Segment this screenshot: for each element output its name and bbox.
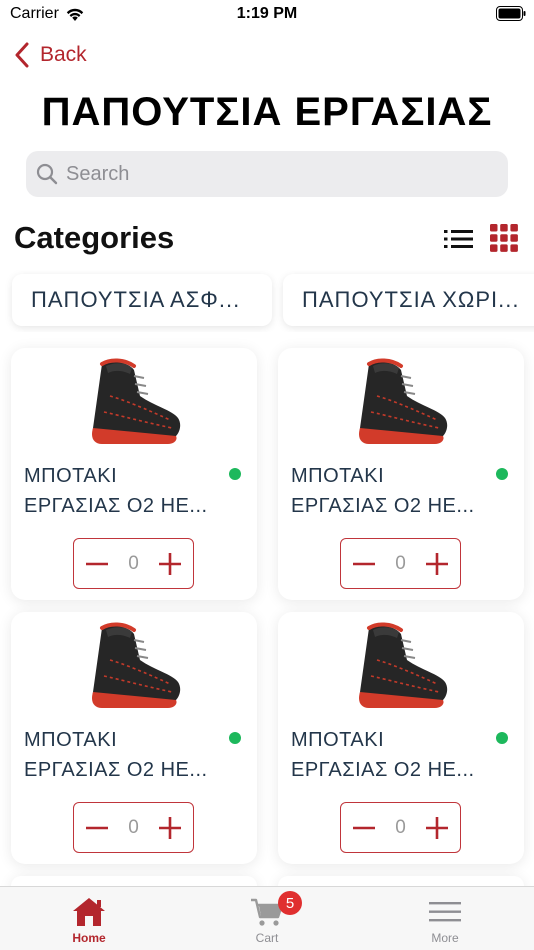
product-name: ΜΠΟΤΑΚΙ ΕΡΓΑΣΙΑΣ Ο2 ΗΕ... xyxy=(24,725,224,785)
product-name-line1: ΜΠΟΤΑΚΙ xyxy=(24,465,118,487)
product-name-line2: ΕΡΓΑΣΙΑΣ Ο2 ΗΕ... xyxy=(291,759,475,781)
product-name: ΜΠΟΤΑΚΙ ΕΡΓΑΣΙΑΣ Ο2 ΗΕ... xyxy=(291,461,491,521)
list-view-icon[interactable] xyxy=(444,226,474,252)
plus-icon xyxy=(158,552,181,575)
quantity-stepper: 0 xyxy=(340,802,461,853)
product-name-line2: ΕΡΓΑΣΙΑΣ Ο2 ΗΕ... xyxy=(24,759,208,781)
minus-icon xyxy=(353,826,375,829)
category-chip-safety-shoes[interactable]: ΠΑΠΟΥΤΣΙΑ ΑΣΦ... xyxy=(12,274,272,326)
menu-icon xyxy=(429,902,461,922)
back-label: Back xyxy=(40,43,87,66)
tab-home[interactable]: Home xyxy=(0,887,178,950)
increase-quantity-button[interactable] xyxy=(157,815,183,841)
in-stock-indicator xyxy=(496,732,508,744)
in-stock-indicator xyxy=(229,468,241,480)
tab-more[interactable]: More xyxy=(356,887,534,950)
product-name-line1: ΜΠΟΤΑΚΙ xyxy=(24,729,118,751)
tab-bar: Home 5 Cart More xyxy=(0,886,534,950)
increase-quantity-button[interactable] xyxy=(424,815,450,841)
home-icon xyxy=(73,898,105,926)
quantity-value: 0 xyxy=(395,816,406,838)
product-name-line1: ΜΠΟΤΑΚΙ xyxy=(291,729,385,751)
chevron-left-icon xyxy=(15,42,29,68)
product-card[interactable]: ΜΠΟΤΑΚΙ ΕΡΓΑΣΙΑΣ Ο2 ΗΕ... 0 xyxy=(278,348,524,600)
quantity-stepper: 0 xyxy=(73,802,194,853)
minus-icon xyxy=(353,562,375,565)
quantity-value: 0 xyxy=(395,552,406,574)
in-stock-indicator xyxy=(496,468,508,480)
decrease-quantity-button[interactable] xyxy=(351,815,377,841)
tab-cart[interactable]: 5 Cart xyxy=(178,887,356,950)
in-stock-indicator xyxy=(229,732,241,744)
product-name-line2: ΕΡΓΑΣΙΑΣ Ο2 ΗΕ... xyxy=(24,495,208,517)
grid-view-icon[interactable] xyxy=(490,224,518,252)
plus-icon xyxy=(425,816,448,839)
decrease-quantity-button[interactable] xyxy=(84,551,110,577)
battery-icon xyxy=(496,6,526,21)
page-title: ΠΑΠΟΥΤΣΙΑ ΕΡΓΑΣΙΑΣ xyxy=(41,90,493,134)
quantity-value: 0 xyxy=(128,816,139,838)
plus-icon xyxy=(158,816,181,839)
category-chip-shoes-without[interactable]: ΠΑΠΟΥΤΣΙΑ ΧΩΡΙ... xyxy=(283,274,534,326)
increase-quantity-button[interactable] xyxy=(157,551,183,577)
status-time: 1:19 PM xyxy=(236,5,298,22)
status-bar: Carrier 1:19 PM xyxy=(0,0,534,30)
decrease-quantity-button[interactable] xyxy=(84,815,110,841)
work-boot-image xyxy=(357,622,450,710)
minus-icon xyxy=(86,562,108,565)
increase-quantity-button[interactable] xyxy=(424,551,450,577)
quantity-stepper: 0 xyxy=(73,538,194,589)
work-boot-image xyxy=(90,622,183,710)
product-name-line1: ΜΠΟΤΑΚΙ xyxy=(291,465,385,487)
product-card[interactable]: ΜΠΟΤΑΚΙ ΕΡΓΑΣΙΑΣ Ο2 ΗΕ... 0 xyxy=(11,612,257,864)
plus-icon xyxy=(425,552,448,575)
decrease-quantity-button[interactable] xyxy=(351,551,377,577)
categories-title: Categories xyxy=(14,220,175,255)
quantity-stepper: 0 xyxy=(340,538,461,589)
search-icon xyxy=(36,163,58,185)
product-name: ΜΠΟΤΑΚΙ ΕΡΓΑΣΙΑΣ Ο2 ΗΕ... xyxy=(291,725,491,785)
search-bar[interactable] xyxy=(26,151,508,197)
tab-home-label: Home xyxy=(72,931,106,945)
work-boot-image xyxy=(90,358,183,446)
tab-more-label: More xyxy=(431,931,459,945)
product-name: ΜΠΟΤΑΚΙ ΕΡΓΑΣΙΑΣ Ο2 ΗΕ... xyxy=(24,461,224,521)
minus-icon xyxy=(86,826,108,829)
work-boot-image xyxy=(357,358,450,446)
product-card[interactable]: ΜΠΟΤΑΚΙ ΕΡΓΑΣΙΑΣ Ο2 ΗΕ... 0 xyxy=(11,348,257,600)
cart-count-badge: 5 xyxy=(278,891,302,915)
product-name-line2: ΕΡΓΑΣΙΑΣ Ο2 ΗΕ... xyxy=(291,495,475,517)
quantity-value: 0 xyxy=(128,552,139,574)
category-chip-row: ΠΑΠΟΥΤΣΙΑ ΑΣΦ... ΠΑΠΟΥΤΣΙΑ ΧΩΡΙ... xyxy=(0,270,534,332)
product-card[interactable]: ΜΠΟΤΑΚΙ ΕΡΓΑΣΙΑΣ Ο2 ΗΕ... 0 xyxy=(278,612,524,864)
search-input[interactable] xyxy=(66,162,466,186)
back-button[interactable]: Back xyxy=(14,38,87,72)
tab-cart-label: Cart xyxy=(255,931,279,945)
